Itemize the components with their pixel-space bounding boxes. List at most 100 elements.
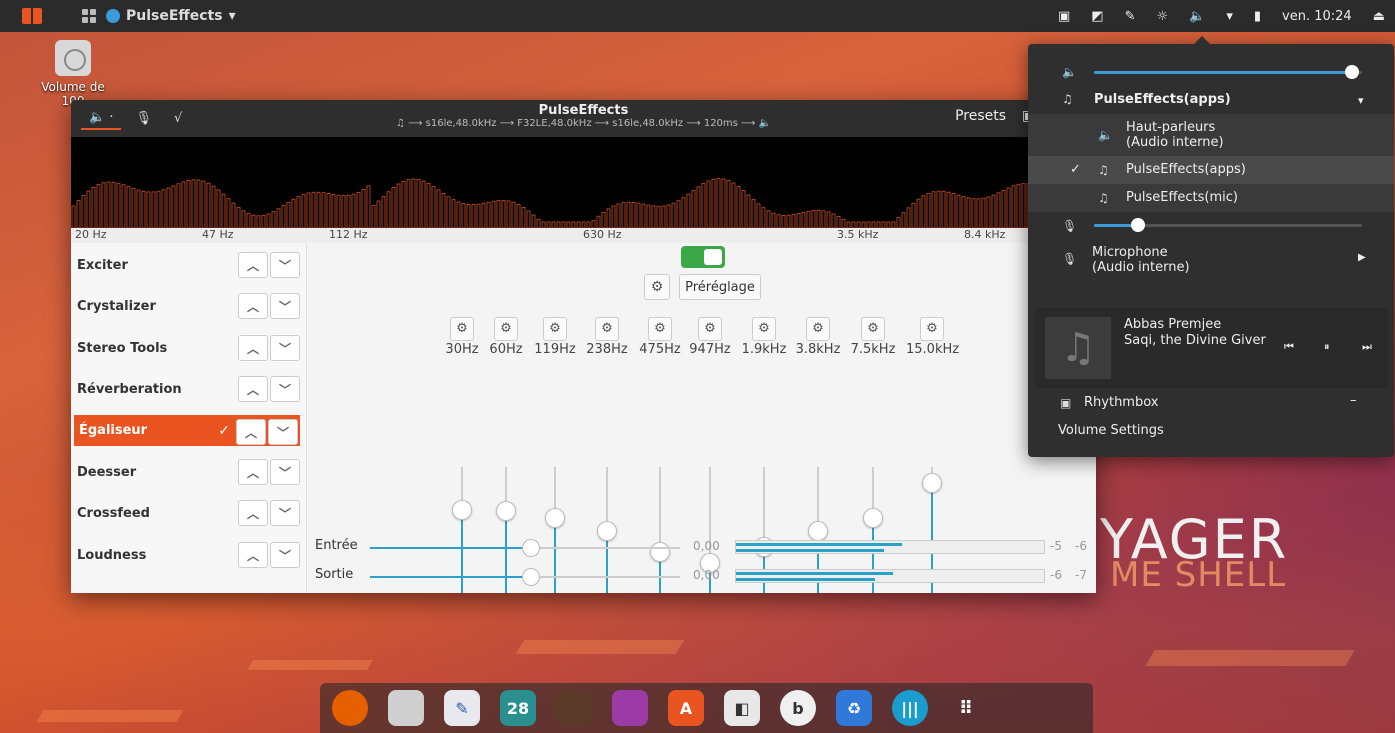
volume-icon[interactable]: 🔈 xyxy=(1189,9,1205,24)
apps-grid-icon[interactable] xyxy=(82,9,96,23)
band-settings-button[interactable]: ⚙ xyxy=(698,317,722,341)
plugin-item-selected[interactable]: Égaliseur ✓ ︿ ﹀ xyxy=(74,415,300,446)
plugin-item[interactable]: Crystalizer ︿ ﹀ xyxy=(74,291,300,322)
device-item[interactable]: 🔈 Haut-parleurs (Audio interne) xyxy=(1028,114,1394,156)
terminal-icon[interactable]: ▣ xyxy=(1058,9,1070,24)
spectrum-bar xyxy=(336,194,341,228)
move-down-button[interactable]: ﹀ xyxy=(270,335,300,361)
spectrum-bar xyxy=(956,194,961,228)
app-store-icon[interactable]: A xyxy=(668,690,704,726)
pulseeffects-dock-icon[interactable]: ||| xyxy=(892,690,928,726)
band-settings-button[interactable]: ⚙ xyxy=(920,317,944,341)
spectrum-bar xyxy=(166,187,171,228)
move-down-button[interactable]: ﹀ xyxy=(268,419,298,445)
user-icon[interactable]: ⏏ xyxy=(1373,9,1385,24)
slider-knob[interactable] xyxy=(1130,218,1145,232)
indicator-icon[interactable]: ◩ xyxy=(1091,9,1103,24)
calendar-icon[interactable]: 28 xyxy=(500,690,536,726)
move-up-button[interactable]: ︿ xyxy=(236,419,266,445)
plugin-item[interactable]: Réverberation ︿ ﹀ xyxy=(74,374,300,405)
volume-settings-link[interactable]: Volume Settings xyxy=(1058,423,1164,438)
preset-button[interactable]: Préréglage xyxy=(679,274,761,300)
window-app-icon[interactable] xyxy=(612,690,648,726)
band-settings-button[interactable]: ⚙ xyxy=(648,317,672,341)
band-settings-button[interactable]: ⚙ xyxy=(806,317,830,341)
mic-volume-slider[interactable] xyxy=(1094,218,1362,232)
now-playing-card: ♫ Abbas Premjee Saqi, the Divine Giver ⏮… xyxy=(1034,308,1388,388)
tv-icon[interactable] xyxy=(556,690,592,726)
move-up-button[interactable]: ︿ xyxy=(238,500,268,526)
chevron-right-icon[interactable]: ▶ xyxy=(1358,252,1366,263)
next-track-icon[interactable]: ⏭ xyxy=(1362,340,1372,354)
clock[interactable]: ven. 10:24 xyxy=(1282,9,1352,24)
desktop-volume-icon[interactable]: Volume de 100 xyxy=(38,40,108,108)
slider-knob[interactable] xyxy=(863,507,883,528)
move-up-button[interactable]: ︿ xyxy=(238,335,268,361)
firefox-icon[interactable] xyxy=(332,690,368,726)
move-up-button[interactable]: ︿ xyxy=(238,459,268,485)
toggle-app-icon[interactable]: ◧ xyxy=(724,690,760,726)
plugin-item[interactable]: Stereo Tools ︿ ﹀ xyxy=(74,333,300,364)
move-down-button[interactable]: ﹀ xyxy=(270,542,300,568)
input-gain-slider[interactable] xyxy=(370,539,680,557)
move-down-button[interactable]: ﹀ xyxy=(270,252,300,278)
spectrum-bar xyxy=(281,205,286,228)
brightness-icon[interactable]: ☼ xyxy=(1157,9,1169,24)
slider-knob[interactable] xyxy=(922,473,942,493)
spectrum-bar xyxy=(296,196,301,228)
band-settings-button[interactable]: ⚙ xyxy=(450,317,474,341)
device-item[interactable]: ♫ PulseEffects(mic) xyxy=(1028,184,1394,212)
equalizer-settings-button[interactable] xyxy=(644,274,670,300)
slider-knob[interactable] xyxy=(496,500,516,521)
previous-track-icon[interactable]: ⏮ xyxy=(1284,340,1294,354)
slider-knob[interactable] xyxy=(1344,65,1359,79)
spectrum-bar xyxy=(751,199,756,228)
spectrum-bar xyxy=(216,189,221,228)
pen-icon[interactable]: ✎ xyxy=(1125,9,1136,24)
spectrum-bar xyxy=(681,197,686,228)
slider-knob[interactable] xyxy=(452,499,472,520)
files-icon[interactable] xyxy=(388,690,424,726)
mic-device-name[interactable]: Microphone xyxy=(1092,245,1168,260)
app-menu[interactable]: PulseEffects ▾ xyxy=(106,8,236,24)
move-down-button[interactable]: ﹀ xyxy=(270,293,300,319)
spectrum-bar xyxy=(206,182,211,228)
chevron-down-icon[interactable]: ▾ xyxy=(1358,94,1364,107)
move-up-button[interactable]: ︿ xyxy=(238,293,268,319)
pause-icon[interactable]: ⏸ xyxy=(1324,340,1330,354)
player-name[interactable]: Rhythmbox xyxy=(1084,395,1158,410)
activities-icon[interactable] xyxy=(22,8,42,24)
move-up-button[interactable]: ︿ xyxy=(238,542,268,568)
device-item-selected[interactable]: ✓ ♫ PulseEffects(apps) xyxy=(1028,156,1394,184)
plugin-item[interactable]: Exciter ︿ ﹀ xyxy=(74,250,300,281)
band-settings-button[interactable]: ⚙ xyxy=(595,317,619,341)
text-editor-icon[interactable]: ✎ xyxy=(444,690,480,726)
app-grid-icon[interactable]: ⠿ xyxy=(948,690,984,726)
recycle-icon[interactable]: ♻ xyxy=(836,690,872,726)
plugin-item[interactable]: Crossfeed ︿ ﹀ xyxy=(74,498,300,529)
output-volume-slider[interactable] xyxy=(1094,65,1362,79)
plugin-item[interactable]: Deesser ︿ ﹀ xyxy=(74,457,300,488)
b-app-icon[interactable]: b xyxy=(780,690,816,726)
slider-knob[interactable] xyxy=(522,539,541,557)
band-settings-button[interactable]: ⚙ xyxy=(543,317,567,341)
move-down-button[interactable]: ﹀ xyxy=(270,459,300,485)
band-settings-button[interactable]: ⚙ xyxy=(752,317,776,341)
chevron-down-icon: ▾ xyxy=(228,8,236,24)
battery-icon[interactable]: ▮ xyxy=(1254,9,1261,24)
stream-selector[interactable]: PulseEffects(apps) xyxy=(1094,92,1231,107)
presets-button[interactable]: Presets xyxy=(955,108,1006,124)
slider-knob[interactable] xyxy=(545,507,565,528)
minimize-player-icon[interactable]: – xyxy=(1350,393,1357,408)
move-up-button[interactable]: ︿ xyxy=(238,376,268,402)
band-settings-button[interactable]: ⚙ xyxy=(494,317,518,341)
wifi-icon[interactable]: ▾ xyxy=(1226,9,1233,24)
slider-knob[interactable] xyxy=(522,568,541,586)
output-gain-slider[interactable] xyxy=(370,568,680,586)
plugin-item[interactable]: Loudness ︿ ﹀ xyxy=(74,540,300,571)
move-down-button[interactable]: ﹀ xyxy=(270,500,300,526)
move-up-button[interactable]: ︿ xyxy=(238,252,268,278)
equalizer-enable-switch[interactable] xyxy=(681,246,725,268)
band-settings-button[interactable]: ⚙ xyxy=(861,317,885,341)
move-down-button[interactable]: ﹀ xyxy=(270,376,300,402)
